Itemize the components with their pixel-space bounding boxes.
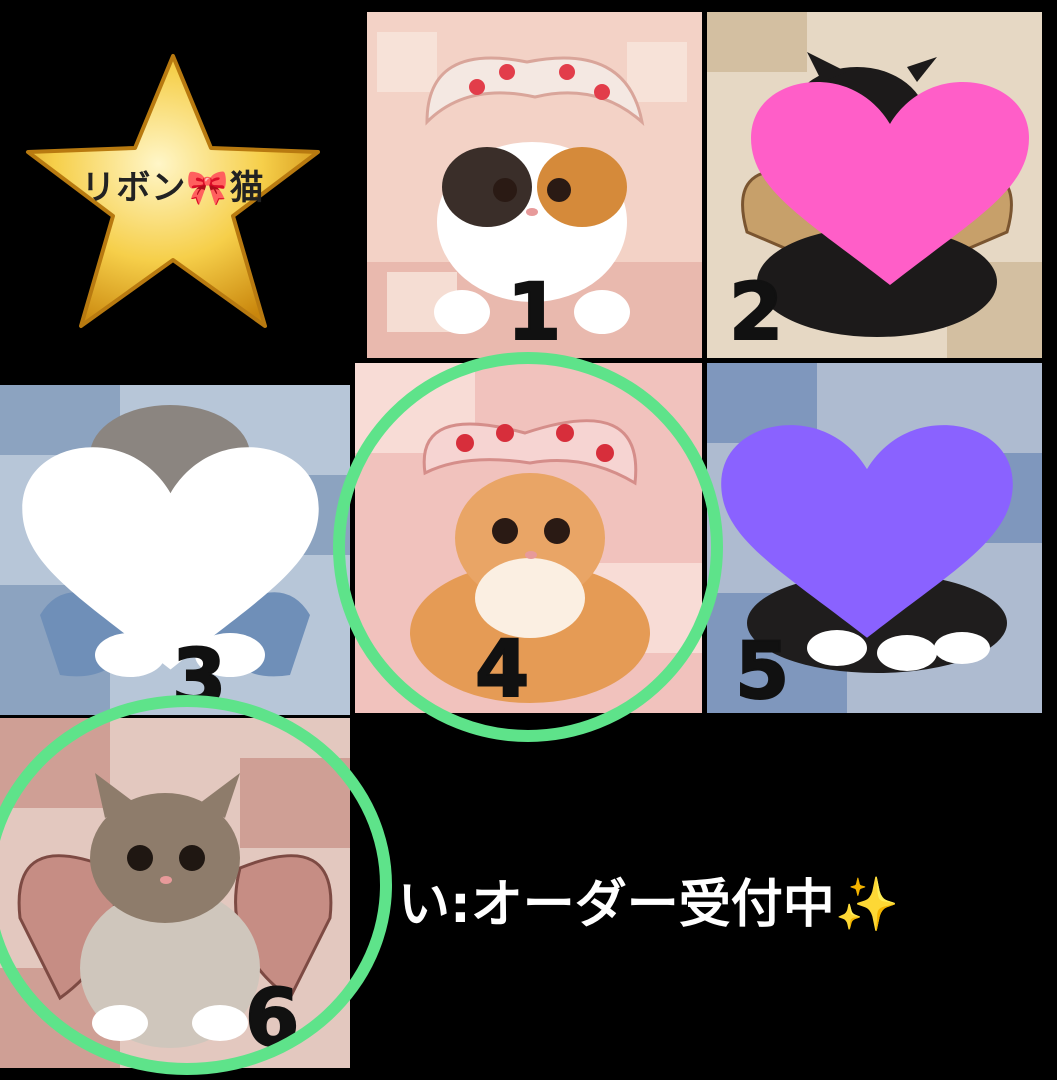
star-badge: リボン🎀猫 [18,48,328,338]
heart-icon [751,82,1029,285]
badge-label: リボン🎀猫 [81,168,265,208]
heart-icon [721,425,1013,638]
cat-tile-2[interactable]: 2 [707,12,1042,358]
tile-number: 5 [734,627,790,713]
heart-icon [22,447,319,670]
tile-number: 2 [728,268,784,358]
heart-shape [22,447,319,670]
cat-tile-5[interactable]: 5 [707,363,1042,713]
order-status-text: い:オーダー受付中✨ [398,875,900,935]
selection-circle-4 [333,352,723,742]
heart-shape [721,425,1013,638]
cat-tile-1[interactable]: 1 [367,12,702,358]
tile-number: 1 [506,268,562,358]
cat-tile-3[interactable]: 3 [0,385,350,715]
selection-circle-6 [0,695,392,1075]
heart-shape [751,82,1029,285]
